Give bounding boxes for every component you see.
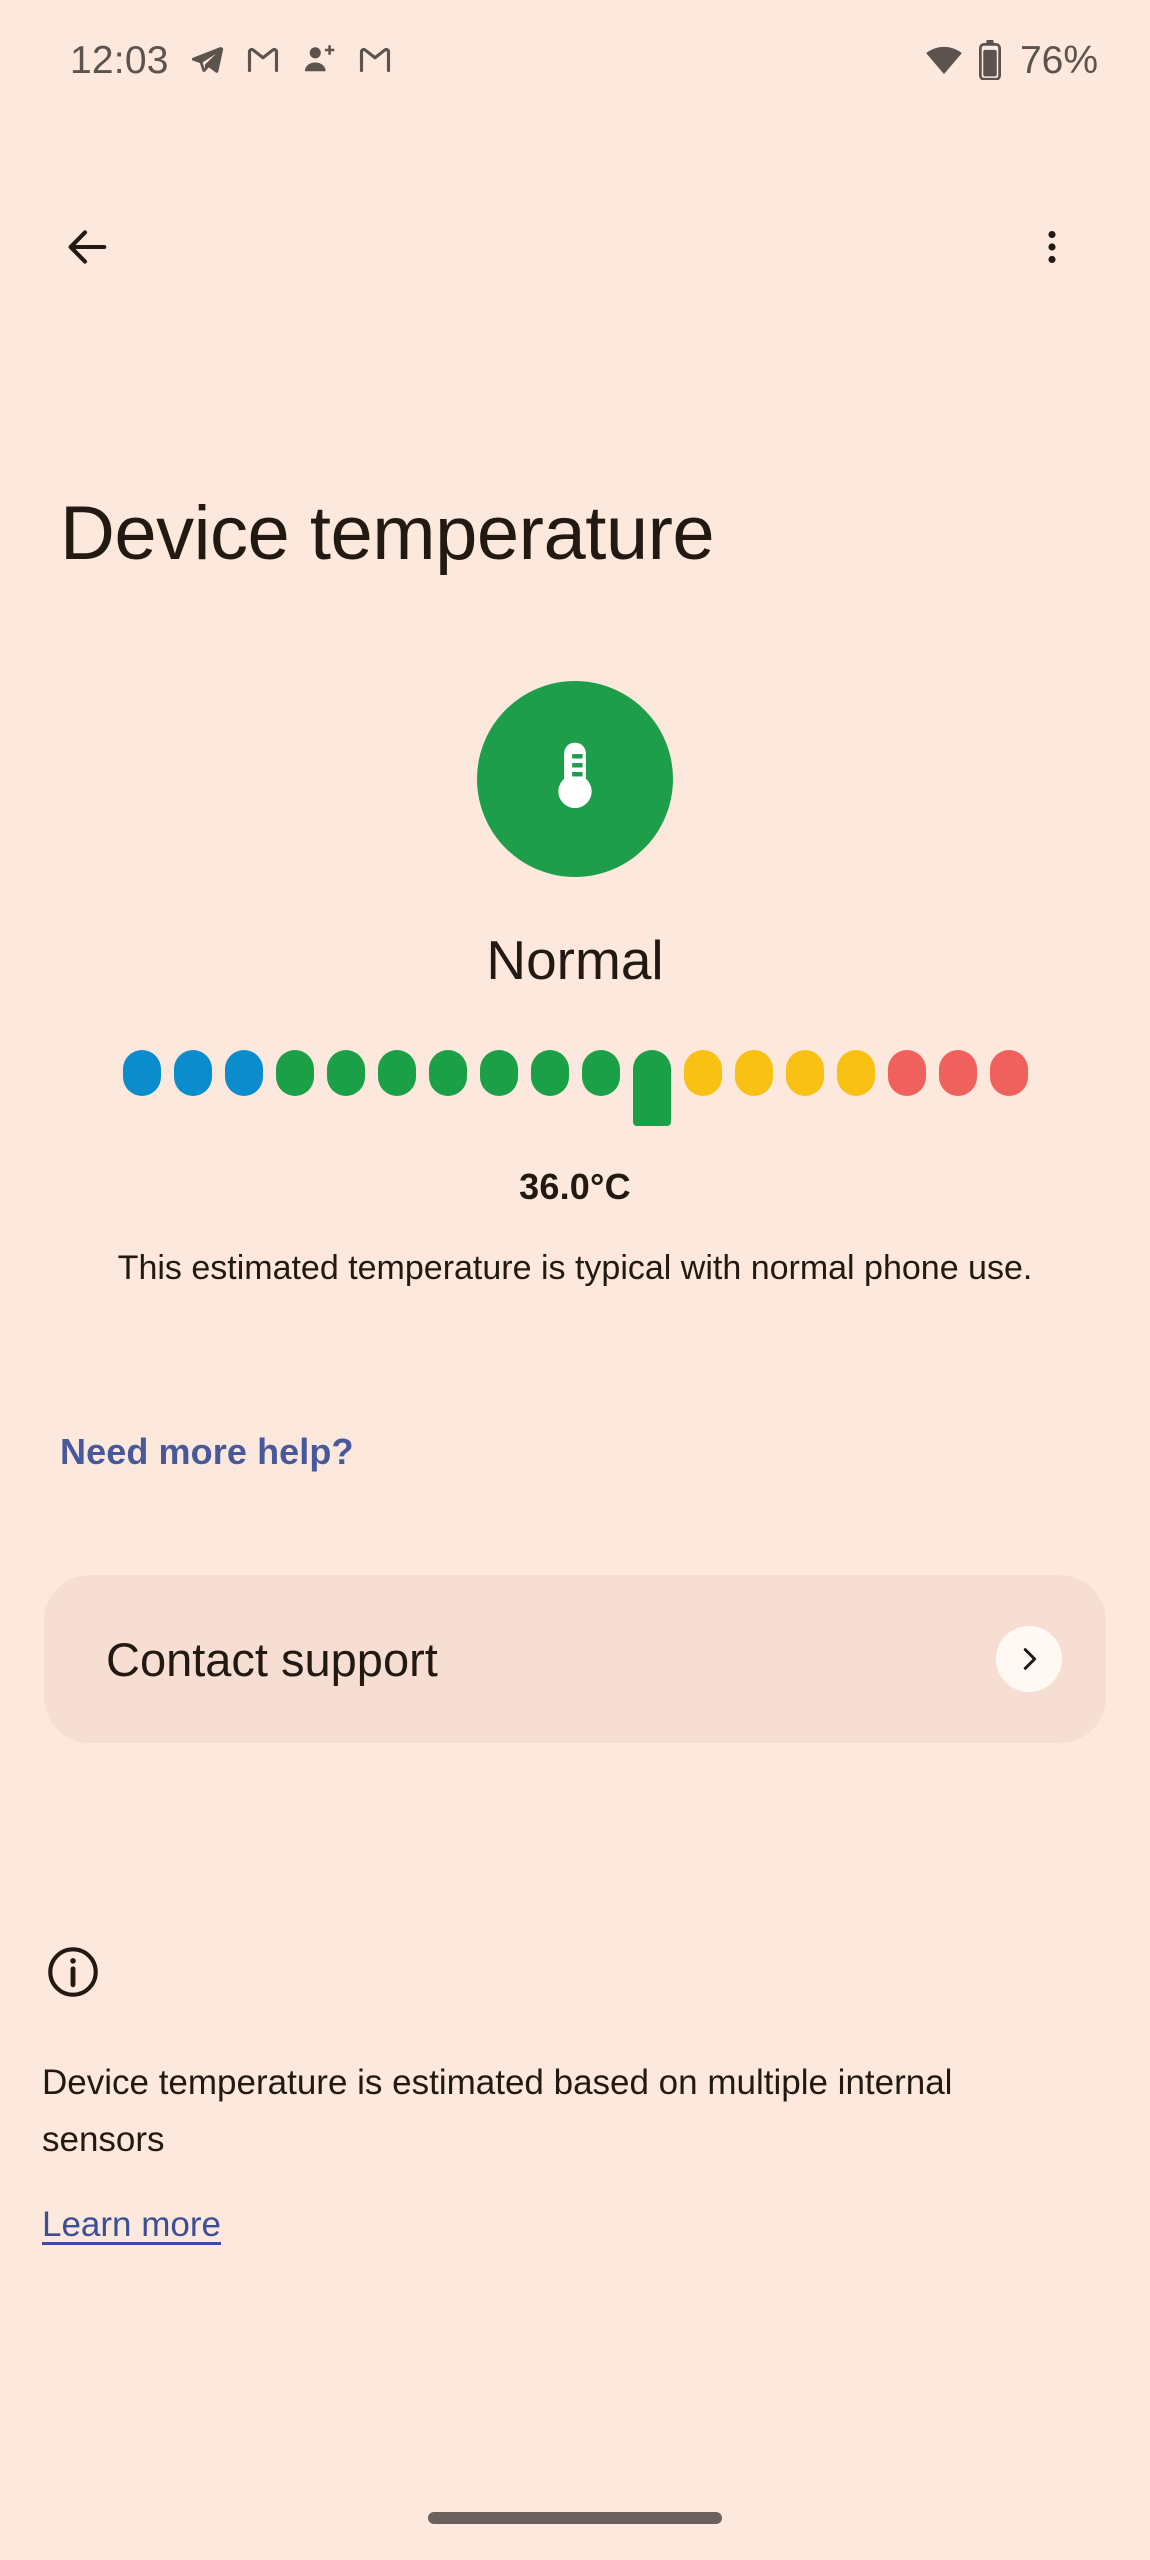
gauge-pill	[173, 1050, 212, 1096]
person-add-icon	[301, 42, 337, 78]
gauge-pill	[530, 1050, 569, 1096]
temperature-status-badge	[477, 681, 673, 877]
gauge-pill	[785, 1050, 824, 1096]
overflow-menu-button[interactable]	[1004, 200, 1100, 296]
gauge-pill	[581, 1050, 620, 1096]
temperature-value: 36.0°C	[519, 1166, 631, 1207]
gesture-bar[interactable]	[428, 2512, 722, 2524]
app-bar	[0, 200, 1150, 296]
status-clock: 12:03	[70, 38, 169, 82]
battery-percent: 76%	[1019, 38, 1098, 82]
gauge-pill-current	[632, 1050, 671, 1126]
temperature-gauge	[0, 1050, 1150, 1140]
gauge-pill	[836, 1050, 875, 1096]
page-title: Device temperature	[60, 490, 715, 576]
contact-support-label: Contact support	[106, 1632, 438, 1686]
chevron-right-icon[interactable]	[996, 1626, 1062, 1692]
wifi-icon	[924, 40, 964, 80]
thermometer-icon	[532, 734, 618, 825]
more-vert-icon	[1030, 225, 1074, 272]
gmail-icon	[357, 42, 393, 78]
learn-more-link[interactable]: Learn more	[42, 2205, 221, 2245]
gauge-pill	[683, 1050, 722, 1096]
gauge-pill	[377, 1050, 416, 1096]
back-button[interactable]	[40, 200, 136, 296]
status-bar-left: 12:03	[70, 41, 393, 80]
temperature-status-label: Normal	[486, 929, 664, 991]
gauge-pill	[428, 1050, 467, 1096]
status-bar-right: 76%	[924, 40, 1098, 80]
gauge-pill	[938, 1050, 977, 1096]
status-bar: 12:03 76%	[0, 0, 1150, 120]
footer-note: Device temperature is estimated based on…	[42, 2063, 953, 2159]
contact-support-card[interactable]: Contact support	[44, 1575, 1106, 1743]
gauge-pill	[479, 1050, 518, 1096]
back-arrow-icon	[62, 221, 114, 276]
gauge-pill	[326, 1050, 365, 1096]
gauge-pill	[989, 1050, 1028, 1096]
gauge-pill	[275, 1050, 314, 1096]
info-icon	[44, 1943, 102, 2001]
gauge-pill	[734, 1050, 773, 1096]
gauge-pill	[122, 1050, 161, 1096]
need-more-help-heading: Need more help?	[60, 1431, 354, 1472]
gauge-pill	[887, 1050, 926, 1096]
gmail-icon	[245, 42, 281, 78]
telegram-icon	[189, 42, 225, 78]
battery-icon	[978, 40, 1002, 80]
gauge-pill	[224, 1050, 263, 1096]
temperature-description: This estimated temperature is typical wi…	[117, 1249, 1033, 1287]
